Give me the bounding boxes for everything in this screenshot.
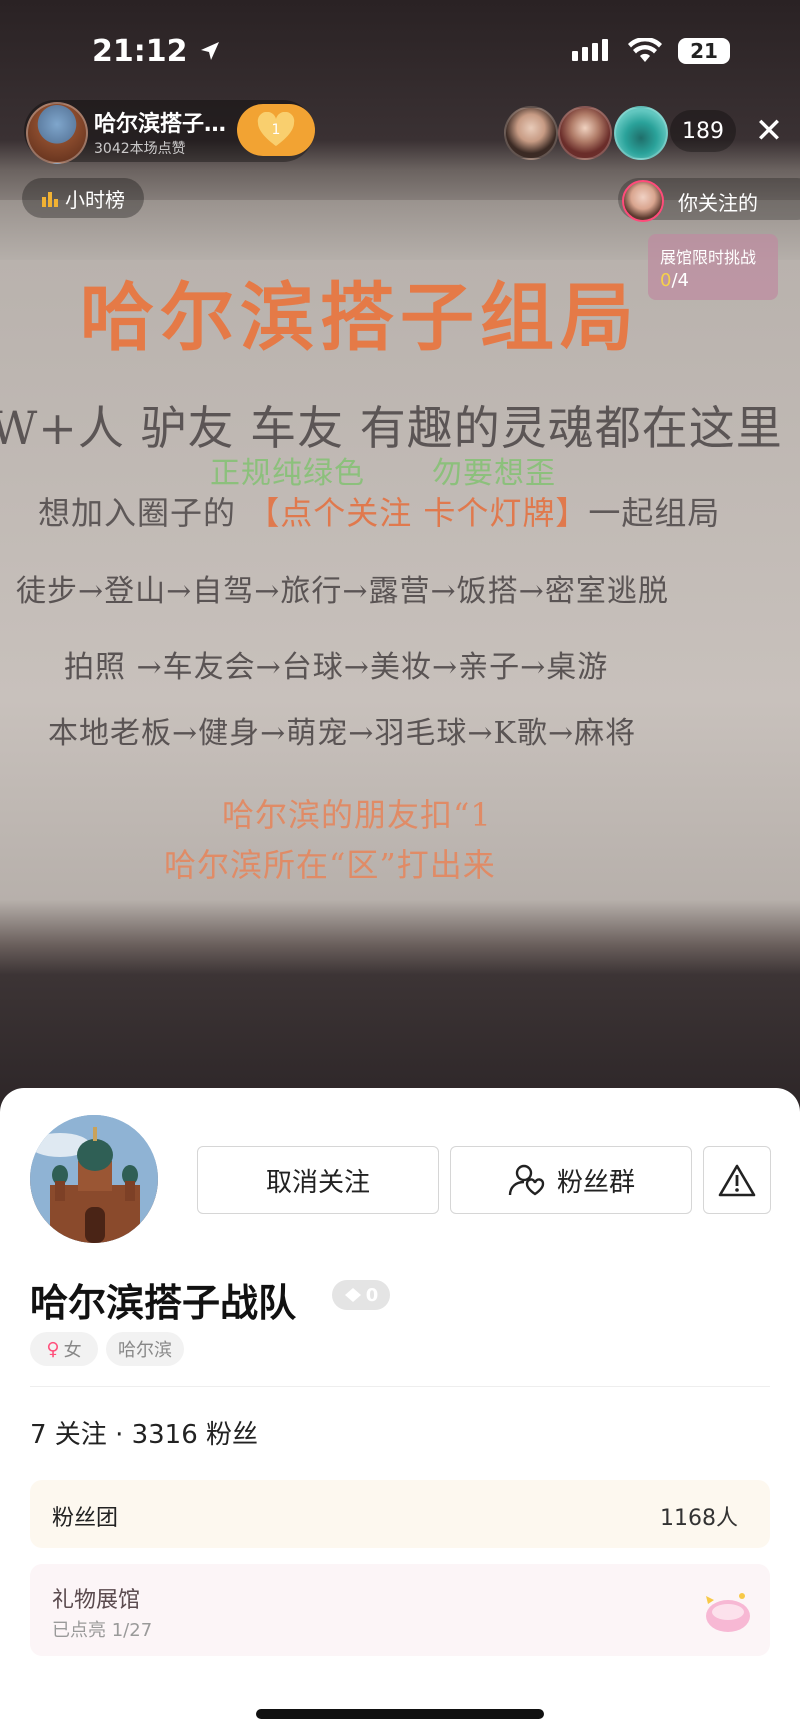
battery-indicator: 21 <box>678 38 730 64</box>
fan-group-label: 粉丝群 <box>556 1167 635 1198</box>
followed-streams-pill[interactable]: 你关注的 <box>618 178 800 222</box>
slide-join-line: 想加入圈子的 【点个关注 卡个灯牌】一起组局 <box>38 488 720 534</box>
time-text: 21:12 <box>92 34 188 69</box>
join-highlight: 【点个关注 卡个灯牌】 <box>247 494 589 532</box>
gender-tag: ♀ 女 <box>30 1332 98 1366</box>
status-icons: 21 <box>572 38 730 64</box>
gift-icon <box>706 1593 750 1632</box>
hourly-rank-button[interactable]: 小时榜 <box>22 178 144 218</box>
unfollow-label: 取消关注 <box>265 1167 370 1198</box>
followed-avatar <box>622 180 664 222</box>
heart-icon: 1 <box>257 112 295 146</box>
slide-note-1: 正规纯绿色 <box>210 456 365 491</box>
gift-hall-progress: 已点亮 1/27 <box>52 1620 153 1641</box>
slide-call-1: 哈尔滨的朋友扣“1 <box>222 796 492 834</box>
cathedral-image <box>30 1115 158 1243</box>
live-stream-video <box>0 0 800 1120</box>
slide-activities-1: 徒步→登山→自驾→旅行→露营→饭搭→密室逃脱 <box>16 574 669 609</box>
wifi-icon <box>628 38 662 62</box>
user-level-badge: 0 <box>332 1280 390 1310</box>
gift-hall-challenge[interactable]: 展馆限时挑战 0/4 <box>648 234 778 300</box>
slide-note-2: 勿要想歪 <box>432 456 556 491</box>
report-button[interactable] <box>703 1146 771 1214</box>
signal-icon <box>572 39 608 61</box>
diamond-icon <box>344 1288 361 1302</box>
fan-level: 1 <box>272 122 281 138</box>
gift-hall-label: 礼物展馆 <box>52 1588 141 1613</box>
join-prefix: 想加入圈子的 <box>38 494 248 532</box>
profile-avatar[interactable] <box>30 1115 158 1243</box>
host-avatar[interactable] <box>26 102 88 164</box>
close-icon[interactable]: ✕ <box>752 114 786 148</box>
challenge-title: 展馆限时挑战 <box>660 248 757 267</box>
followed-label: 你关注的 <box>678 191 758 215</box>
viewer-avatar[interactable] <box>558 106 612 160</box>
viewer-avatar[interactable] <box>614 106 668 160</box>
fan-group-button[interactable]: 粉丝群 <box>450 1146 692 1214</box>
home-indicator <box>256 1709 544 1719</box>
hourly-rank-label: 小时榜 <box>65 187 125 212</box>
status-time: 21:12 <box>92 34 222 69</box>
slide-call-2: 哈尔滨所在“区”打出来 <box>164 846 496 884</box>
slide-activities-3: 本地老板→健身→萌宠→羽毛球→K歌→麻将 <box>48 716 637 751</box>
viewer-count[interactable]: 189 <box>670 110 736 152</box>
gender-label: 女 <box>63 1340 82 1361</box>
female-icon: ♀ <box>46 1338 60 1360</box>
fan-club-badge[interactable]: 1 <box>237 104 315 156</box>
profile-name: 哈尔滨搭子战队 <box>30 1281 297 1325</box>
fan-club-row[interactable]: 粉丝团 1168人 <box>30 1480 770 1548</box>
slide-subtitle: W+人 驴友 车友 有趣的灵魂都在这里 <box>0 401 783 455</box>
follow-stats[interactable]: 7 关注 · 3316 粉丝 <box>30 1414 258 1451</box>
location-label: 哈尔滨 <box>118 1340 172 1361</box>
fan-club-label: 粉丝团 <box>52 1506 119 1531</box>
join-suffix: 一起组局 <box>588 494 721 532</box>
challenge-total: /4 <box>671 270 689 291</box>
warning-icon <box>718 1164 756 1197</box>
gift-hall-row[interactable]: 礼物展馆 已点亮 1/27 <box>30 1564 770 1656</box>
challenge-progress: 0/4 <box>660 270 689 291</box>
viewer-avatar[interactable] <box>504 106 558 160</box>
slide-title: 哈尔滨搭子组局 <box>80 275 640 361</box>
unfollow-button[interactable]: 取消关注 <box>197 1146 439 1214</box>
host-likes: 3042本场点赞 <box>94 141 186 157</box>
location-arrow-icon <box>200 42 219 60</box>
location-tag: 哈尔滨 <box>106 1332 184 1366</box>
fan-club-count: 1168人 <box>660 1506 738 1531</box>
host-name[interactable]: 哈尔滨搭子… <box>94 106 226 138</box>
fan-group-icon <box>508 1164 545 1196</box>
slide-activities-2: 拍照 →车友会→台球→美妆→亲子→桌游 <box>64 650 609 685</box>
divider <box>30 1386 770 1387</box>
bar-chart-icon <box>42 192 58 207</box>
challenge-done: 0 <box>660 270 672 291</box>
user-level: 0 <box>365 1284 379 1306</box>
